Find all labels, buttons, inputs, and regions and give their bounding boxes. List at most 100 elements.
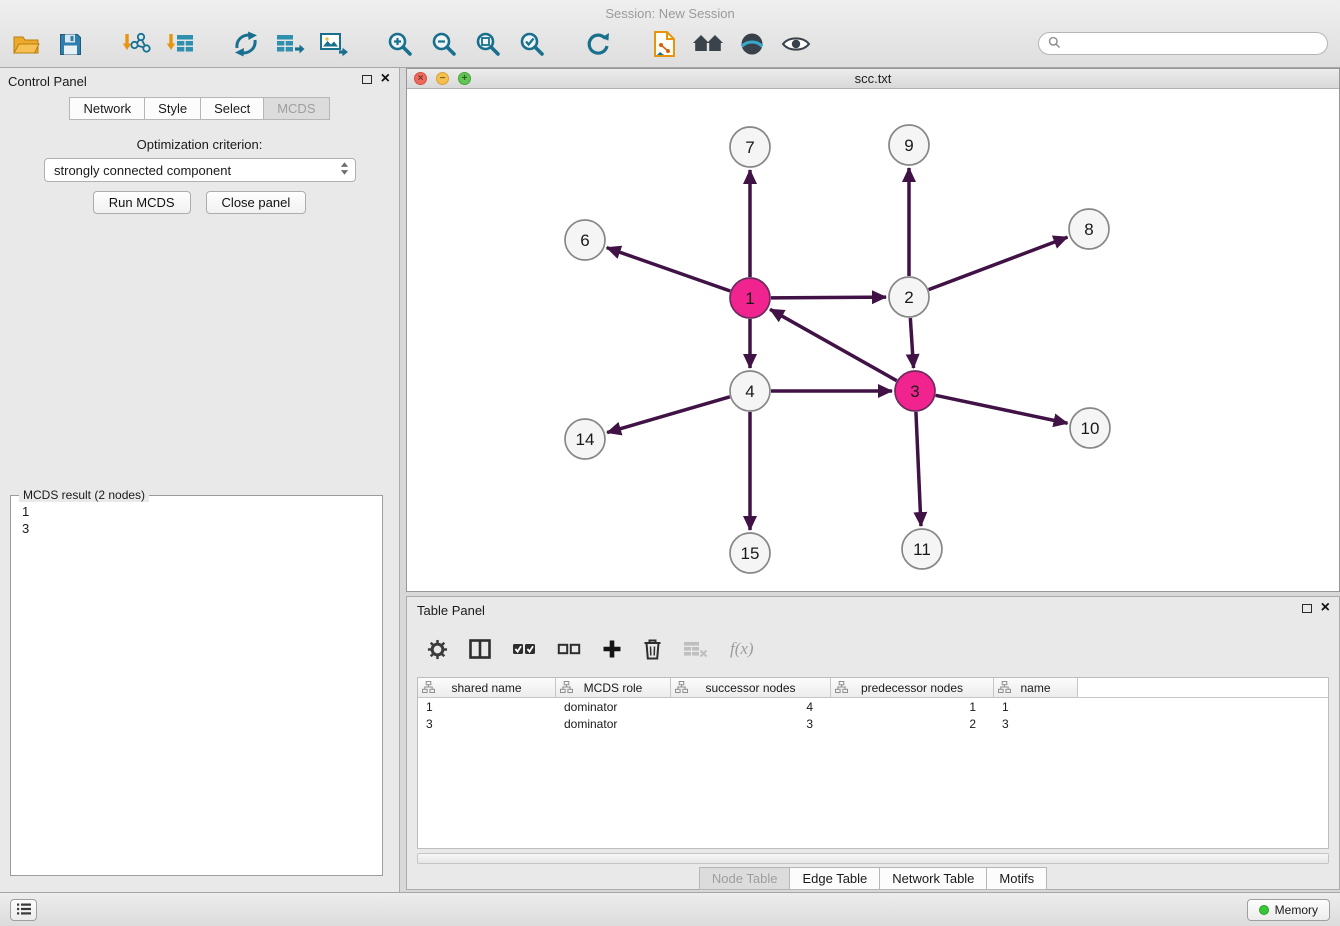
edge-1-6[interactable] [607,248,730,291]
table-hscrollbar[interactable] [417,853,1329,864]
float-table-panel-icon[interactable] [1302,604,1312,613]
split-panel-icon[interactable] [469,639,491,659]
column-header-successor-nodes[interactable]: successor nodes [671,678,831,697]
edge-3-10[interactable] [936,395,1068,423]
tab-select[interactable]: Select [201,97,264,120]
criterion-dropdown[interactable]: strongly connected component [44,158,356,182]
control-panel-tabs: NetworkStyleSelectMCDS [0,97,399,120]
table-row[interactable]: 3dominator323 [418,715,1328,732]
zoom-fit-icon[interactable] [472,28,504,60]
close-panel-icon[interactable] [381,73,390,85]
node-10[interactable]: 10 [1070,408,1110,448]
panel-toggle-button[interactable] [10,899,37,921]
table-tab-motifs[interactable]: Motifs [987,867,1047,890]
search-input[interactable] [1066,37,1318,51]
refresh-icon[interactable] [582,28,614,60]
node-14[interactable]: 14 [565,419,605,459]
column-header-MCDS-role[interactable]: MCDS role [556,678,671,697]
edge-1-2[interactable] [771,297,886,298]
import-network-icon[interactable] [120,28,152,60]
column-tree-icon [560,681,573,693]
table-cell[interactable]: 4 [671,700,831,714]
node-1[interactable]: 1 [730,278,770,318]
table-cell[interactable]: 3 [994,717,1078,731]
function-builder-icon[interactable]: f(x) [730,639,754,659]
gear-icon[interactable] [427,639,448,660]
add-icon[interactable] [602,639,622,659]
memory-button[interactable]: Memory [1247,899,1330,921]
table-cell[interactable]: dominator [556,700,671,714]
save-icon[interactable] [54,28,86,60]
table-cell[interactable]: 1 [994,700,1078,714]
network-window-titlebar: scc.txt [407,69,1339,89]
zoom-selected-icon[interactable] [516,28,548,60]
column-header-shared-name[interactable]: shared name [418,678,556,697]
zoom-out-icon[interactable] [428,28,460,60]
column-tree-icon [422,681,435,693]
edge-3-1[interactable] [770,309,897,380]
table-toolbar: f(x) [427,635,754,663]
node-7[interactable]: 7 [730,127,770,167]
minimize-window-icon[interactable] [436,72,449,85]
column-header-name[interactable]: name [994,678,1078,697]
export-image-icon[interactable] [318,28,350,60]
mcds-result-values: 1 3 [11,496,382,544]
table-body: 1dominator4113dominator323 [418,698,1328,732]
column-label: MCDS role [584,681,643,695]
search-box[interactable] [1038,32,1328,55]
svg-text:3: 3 [910,382,919,401]
eye-icon[interactable] [780,28,812,60]
close-table-panel-icon[interactable] [1321,602,1330,614]
export-table-icon[interactable] [274,28,306,60]
close-window-icon[interactable] [414,72,427,85]
edge-3-11[interactable] [916,412,921,526]
open-folder-icon[interactable] [10,28,42,60]
edge-2-3[interactable] [910,318,913,368]
node-3[interactable]: 3 [895,371,935,411]
table-cell[interactable]: 3 [418,717,556,731]
node-8[interactable]: 8 [1069,209,1109,249]
tab-style[interactable]: Style [145,97,201,120]
trash-icon[interactable] [643,638,662,660]
table-cell[interactable]: 2 [831,717,994,731]
network-arrows-icon[interactable] [230,28,262,60]
node-11[interactable]: 11 [902,529,942,569]
network-canvas[interactable]: 7 9 6 8 1 2 4 3 14 10 15 11 [407,89,1339,591]
float-panel-icon[interactable] [362,75,372,84]
table-cell[interactable]: dominator [556,717,671,731]
run-mcds-button[interactable]: Run MCDS [93,191,191,214]
column-header-predecessor-nodes[interactable]: predecessor nodes [831,678,994,697]
unselect-all-icon[interactable] [557,641,581,658]
table-cell[interactable]: 1 [831,700,994,714]
svg-text:14: 14 [576,430,595,449]
node-4[interactable]: 4 [730,371,770,411]
table-row[interactable]: 1dominator411 [418,698,1328,715]
node-15[interactable]: 15 [730,533,770,573]
zoom-in-icon[interactable] [384,28,416,60]
control-panel-title: Control Panel [8,74,87,89]
select-all-icon[interactable] [512,641,536,658]
node-2[interactable]: 2 [889,277,929,317]
edge-4-14[interactable] [607,397,730,433]
home-icon[interactable] [692,28,724,60]
network-window-title: scc.txt [407,69,1339,88]
node-9[interactable]: 9 [889,125,929,165]
table-cell[interactable]: 1 [418,700,556,714]
style-document-icon[interactable] [648,28,680,60]
svg-text:6: 6 [580,231,589,250]
table-tab-node-table[interactable]: Node Table [699,867,791,890]
node-6[interactable]: 6 [565,220,605,260]
maximize-window-icon[interactable] [458,72,471,85]
table-tab-network-table[interactable]: Network Table [880,867,987,890]
tab-network[interactable]: Network [69,97,145,120]
edge-2-8[interactable] [929,237,1068,289]
import-table-icon[interactable] [164,28,196,60]
table-cell[interactable]: 3 [671,717,831,731]
table-tab-edge-table[interactable]: Edge Table [790,867,880,890]
close-panel-button[interactable]: Close panel [206,191,307,214]
svg-text:11: 11 [913,540,931,559]
column-label: shared name [451,681,521,695]
memory-status-dot [1259,905,1269,915]
style-sphere-icon[interactable] [736,28,768,60]
tab-mcds[interactable]: MCDS [264,97,329,120]
